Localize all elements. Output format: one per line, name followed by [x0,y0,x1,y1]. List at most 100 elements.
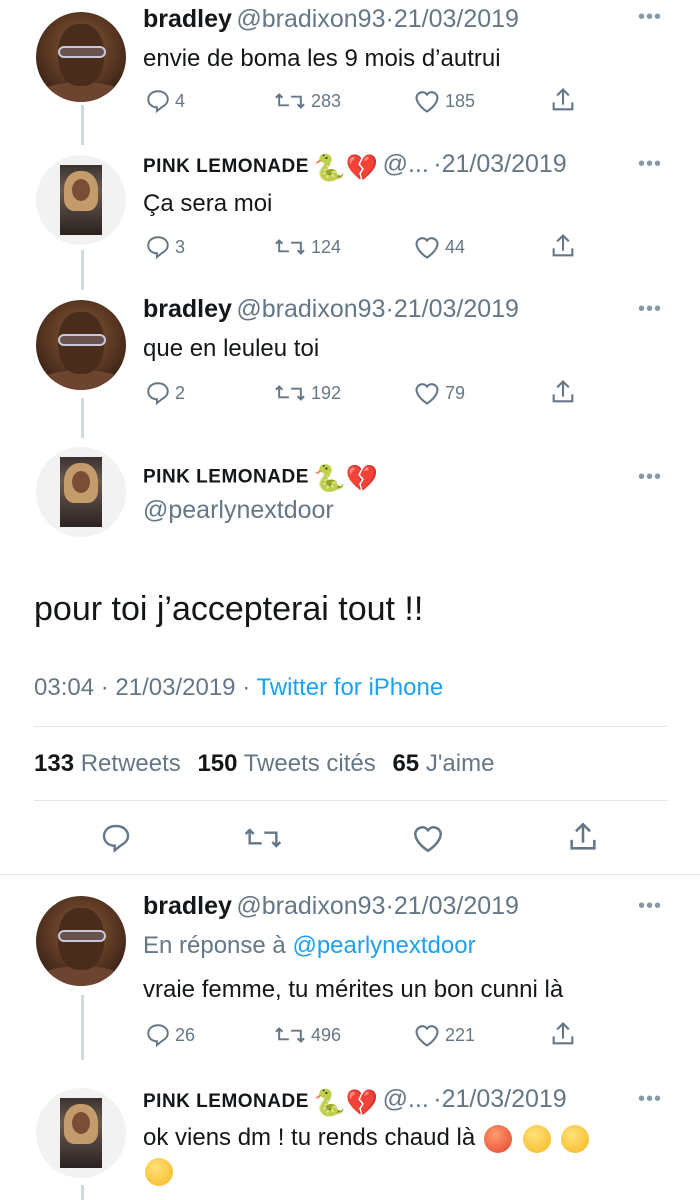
retweets-count: 133 [34,750,75,777]
share-icon [552,88,574,111]
tweet-date: 21/03/2019 [393,892,519,920]
tweet-header: PINK LEMONADE 🐍💔 @... ·21/03/2019 [143,1085,567,1118]
heart-icon [413,826,443,853]
avatar[interactable] [36,1088,126,1178]
tweet-text: envie de boma les 9 mois d’autrui [143,45,501,72]
like-button[interactable]: 185 [413,88,475,114]
retweet-count: 124 [311,236,342,257]
share-button[interactable] [549,1020,577,1048]
retweet-button[interactable]: 124 [273,234,341,260]
retweet-count: 283 [311,90,342,111]
tweet-date: 21/03/2019 [393,295,519,323]
broken-heart-emoji-icon: 💔 [345,152,379,183]
tweet-date: 21/03/2019 [393,5,519,33]
reply-count: 2 [175,382,186,403]
separator: · [100,674,109,701]
thread-line [81,1185,84,1200]
tweet-source-link[interactable]: Twitter for iPhone [256,674,443,701]
tweet-text-line-2 [143,1158,175,1186]
avatar[interactable] [36,896,126,986]
zany-face-emoji-icon [561,1124,590,1153]
more-options-icon[interactable]: ••• [638,298,662,321]
retweets-label: Retweets [80,750,181,777]
user-handle[interactable]: @bradixon93 [236,5,385,33]
retweet-count: 192 [311,382,342,403]
more-options-icon[interactable]: ••• [638,153,662,176]
tweet-text: ok viens dm ! tu rends chaud là [143,1124,476,1151]
like-button[interactable]: 221 [413,1022,475,1048]
tweet-text: vraie femme, tu mérites un bon cunni là [143,976,564,1003]
display-name[interactable]: bradley [143,892,232,920]
likes-count: 65 [392,750,420,777]
retweet-count: 496 [311,1024,342,1045]
reply-button[interactable]: 4 [145,88,185,114]
retweet-icon [275,239,305,255]
retweet-button[interactable]: 283 [273,88,341,114]
reply-button[interactable]: 26 [145,1022,195,1048]
reply-button[interactable] [100,822,132,854]
more-options-icon[interactable]: ••• [638,1088,662,1111]
heart-icon [415,237,439,259]
separator: · [433,150,442,178]
separator: · [433,1085,442,1113]
display-name[interactable]: PINK LEMONADE [143,1091,309,1112]
retweet-button[interactable] [243,822,283,854]
snake-emoji-icon: 🐍 [313,1087,346,1118]
avatar[interactable] [36,300,126,390]
retweet-icon [275,93,305,109]
like-button[interactable]: 44 [413,234,465,260]
in-reply-to: En réponse à @pearlynextdoor [143,932,476,960]
thread-line [81,995,84,1060]
share-button[interactable] [549,378,577,406]
engagement-stats: 133 Retweets 150 Tweets cités 65 J'aime [34,750,494,778]
likes-label: J'aime [425,750,495,777]
like-button[interactable]: 79 [413,380,465,406]
tweet-date: 21/03/2019 [441,150,567,178]
share-button[interactable] [566,820,600,854]
heart-icon [415,91,439,113]
display-name[interactable]: PINK LEMONADE [143,156,309,177]
thread-line [81,105,84,145]
in-reply-to-handle-link[interactable]: @pearlynextdoor [292,932,475,959]
reply-icon [147,1024,169,1048]
main-tweet-text: pour toi j’accepterai tout !! [34,590,424,628]
reply-button[interactable]: 2 [145,380,185,406]
retweet-icon [275,385,305,401]
quotes-stat[interactable]: 150 Tweets cités [197,750,375,777]
avatar[interactable] [36,447,126,537]
reply-icon [147,382,169,406]
avatar[interactable] [36,155,126,245]
tweet-text: Ça sera moi [143,190,273,217]
shushing-face-emoji-icon [145,1158,173,1186]
snake-emoji-icon: 🐍 [313,152,346,183]
retweet-button[interactable]: 192 [273,380,341,406]
share-button[interactable] [549,86,577,114]
retweets-stat[interactable]: 133 Retweets [34,750,181,777]
avatar[interactable] [36,12,126,102]
divider [0,874,700,875]
reply-count: 4 [175,90,186,111]
display-name[interactable]: bradley [143,295,232,323]
more-options-icon[interactable]: ••• [638,466,662,489]
user-handle[interactable]: @bradixon93 [236,295,385,323]
display-name[interactable]: PINK LEMONADE [143,467,309,488]
user-handle[interactable]: @bradixon93 [236,892,385,920]
likes-stat[interactable]: 65 J'aime [392,750,494,777]
share-button[interactable] [549,232,577,260]
display-name[interactable]: bradley [143,5,232,33]
broken-heart-emoji-icon: 💔 [345,463,379,493]
tweet-header: PINK LEMONADE 🐍💔 @... ·21/03/2019 [143,150,567,183]
more-options-icon[interactable]: ••• [638,895,662,918]
more-options-icon[interactable]: ••• [638,6,662,29]
retweet-button[interactable]: 496 [273,1022,341,1048]
in-reply-to-label: En réponse à [143,932,286,959]
reply-count: 26 [175,1024,196,1045]
user-handle[interactable]: @... [383,150,429,178]
reply-button[interactable]: 3 [145,234,185,260]
tweet-time: 03:04 [34,674,95,701]
user-handle[interactable]: @... [383,1085,429,1113]
share-icon [552,234,574,257]
reply-count: 3 [175,236,186,257]
like-button[interactable] [411,822,445,854]
user-handle[interactable]: @pearlynextdoor [143,496,334,525]
